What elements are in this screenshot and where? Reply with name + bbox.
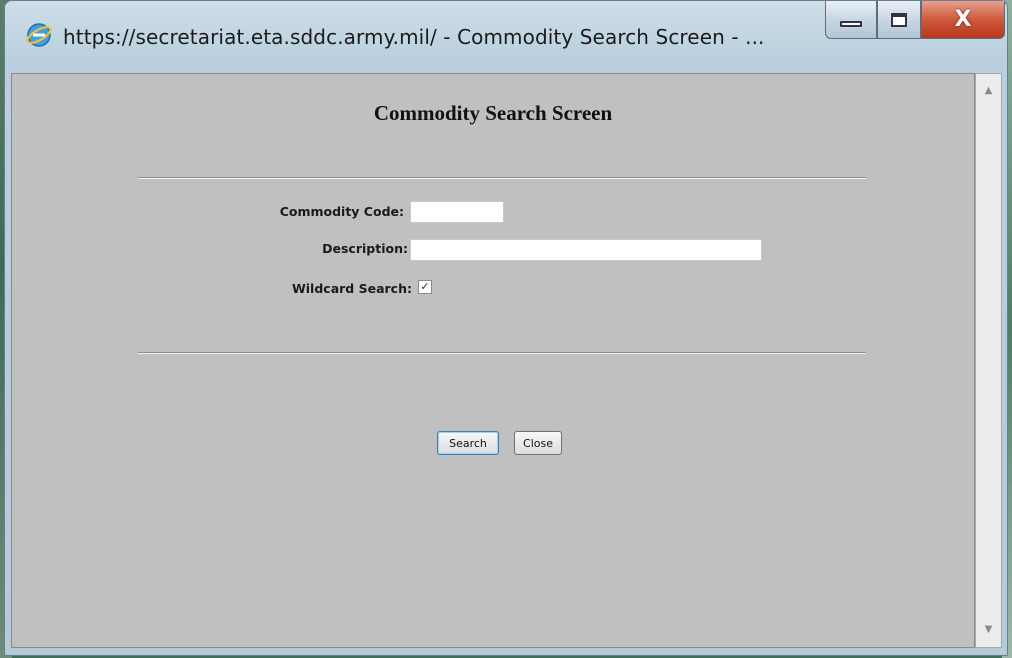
minimize-icon [840,20,862,27]
window-title: https://secretariat.eta.sddc.army.mil/ -… [63,25,765,49]
page-title: Commodity Search Screen [373,101,613,125]
wildcard-search-checkbox[interactable]: ✓ [418,280,432,294]
minimize-button[interactable] [825,1,877,39]
search-button[interactable]: Search [437,431,499,455]
maximize-icon [891,12,907,27]
scroll-down-icon[interactable]: ▼ [976,619,1001,641]
window-controls: X [825,1,1007,43]
commodity-code-label: Commodity Code: [279,204,404,219]
title-bar[interactable]: https://secretariat.eta.sddc.army.mil/ -… [5,1,1007,71]
bottom-divider [138,352,866,354]
top-divider [138,177,866,179]
page-content: Commodity Search Screen Commodity Code: … [11,73,975,648]
scroll-up-icon[interactable]: ▲ [976,80,1001,102]
commodity-code-input[interactable] [410,201,504,223]
maximize-button[interactable] [877,1,921,39]
description-label: Description: [322,241,408,256]
close-icon: X [954,7,972,32]
close-window-button[interactable]: X [921,1,1005,39]
wildcard-search-label: Wildcard Search: [291,281,412,296]
close-button[interactable]: Close [514,431,562,455]
description-input[interactable] [410,239,762,261]
internet-explorer-icon [26,23,52,47]
vertical-scrollbar[interactable]: ▲ ▼ [975,73,1002,648]
browser-popup-window: https://secretariat.eta.sddc.army.mil/ -… [4,0,1008,656]
